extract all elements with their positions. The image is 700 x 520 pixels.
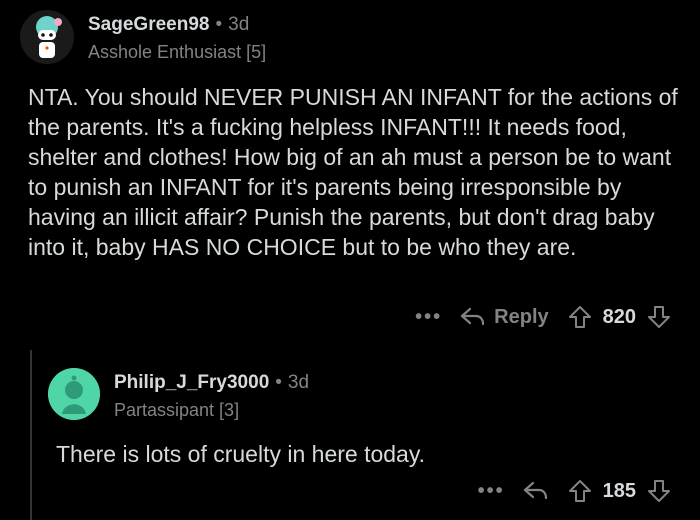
- separator-dot: •: [215, 14, 223, 35]
- top-comment: SageGreen98 • 3d Asshole Enthusiast [5] NT…: [20, 10, 680, 262]
- reply-comment-meta: Philip_J_Fry3000 • 3d Partassipant [3]: [114, 372, 309, 421]
- upvote-icon[interactable]: [567, 478, 593, 504]
- vote-controls: 820: [567, 304, 672, 330]
- vote-controls: 185: [567, 478, 672, 504]
- comment-age: 3d: [228, 14, 250, 35]
- upvote-icon[interactable]: [567, 304, 593, 330]
- user-flair: Asshole Enthusiast [5]: [88, 41, 267, 62]
- top-comment-header: SageGreen98 • 3d Asshole Enthusiast [5]: [20, 10, 680, 64]
- username[interactable]: SageGreen98: [88, 14, 209, 35]
- reply-label: Reply: [494, 305, 549, 328]
- snoo-avatar-icon: [48, 368, 100, 420]
- comment-body: NTA. You should NEVER PUNISH AN INFANT f…: [28, 84, 678, 260]
- comment-age: 3d: [287, 372, 310, 393]
- reply-button[interactable]: [523, 480, 549, 502]
- avatar[interactable]: [20, 10, 74, 64]
- reply-comment-header: Philip_J_Fry3000 • 3d Partassipant [3]: [48, 368, 668, 421]
- thread-line[interactable]: [30, 350, 32, 520]
- reply-comment: Philip_J_Fry3000 • 3d Partassipant [3] The…: [48, 368, 668, 468]
- comment-thread-page: SageGreen98 • 3d Asshole Enthusiast [5] NT…: [0, 0, 700, 520]
- top-comment-actions: ••• Reply 820: [415, 300, 672, 334]
- vote-score: 820: [602, 305, 636, 328]
- top-comment-meta: SageGreen98 • 3d Asshole Enthusiast [5]: [88, 14, 266, 63]
- reply-arrow-icon: [461, 307, 485, 326]
- more-options-button[interactable]: •••: [415, 306, 442, 329]
- author-line: Philip_J_Fry3000 • 3d: [114, 372, 309, 394]
- username[interactable]: Philip_J_Fry3000: [114, 372, 269, 393]
- separator-dot: •: [275, 372, 282, 393]
- downvote-icon[interactable]: [646, 478, 672, 504]
- downvote-icon[interactable]: [646, 304, 672, 330]
- avatar[interactable]: [48, 368, 100, 420]
- reply-arrow-icon: [523, 481, 547, 500]
- vote-score: 185: [602, 479, 636, 502]
- author-line: SageGreen98 • 3d: [88, 14, 266, 36]
- comment-body: There is lots of cruelty in here today.: [56, 440, 426, 467]
- reply-button[interactable]: Reply: [460, 305, 549, 329]
- reply-comment-actions: ••• 185: [478, 474, 672, 508]
- user-flair: Partassipant [3]: [114, 399, 240, 420]
- more-options-button[interactable]: •••: [478, 480, 505, 503]
- snoo-avatar-icon: [20, 10, 74, 64]
